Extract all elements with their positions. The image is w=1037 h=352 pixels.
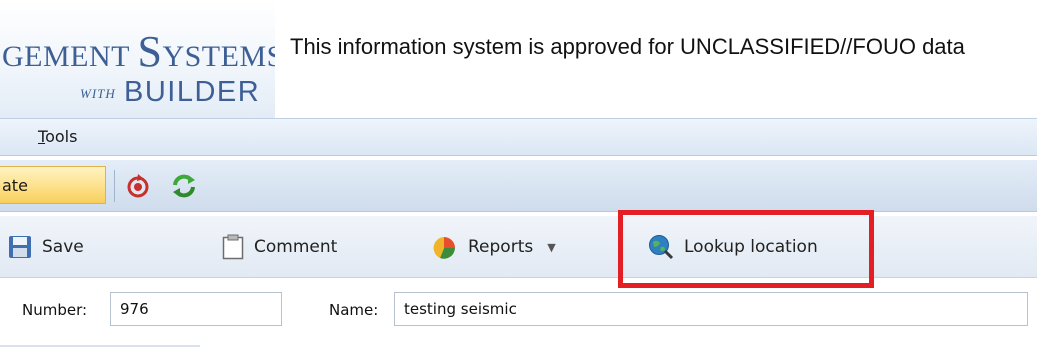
- logo-with: WITH: [80, 86, 116, 101]
- refresh-red-icon[interactable]: [124, 172, 152, 200]
- number-field[interactable]: [110, 292, 282, 326]
- name-field[interactable]: [394, 292, 1028, 326]
- name-label: Name:: [329, 301, 379, 319]
- comment-button[interactable]: Comment: [222, 216, 337, 278]
- reports-button[interactable]: Reports ▼: [432, 216, 556, 278]
- save-icon: [9, 236, 31, 258]
- action-toolbar: Save Comment Reports ▼ Lookup location: [0, 216, 1037, 278]
- menu-item-tools[interactable]: Tools: [38, 127, 77, 146]
- toolbar-separator: [114, 170, 115, 202]
- reports-label: Reports: [468, 237, 534, 257]
- clipboard-icon: [222, 234, 244, 260]
- logo-line-1: GEMENT SYSTEMS: [2, 27, 275, 76]
- logo-builder: BUILDER: [124, 76, 261, 108]
- record-form: Number: Name:: [0, 290, 1037, 330]
- state-selector[interactable]: ate: [0, 166, 106, 204]
- classification-banner: This information system is approved for …: [290, 34, 965, 59]
- app-logo: GEMENT SYSTEMS WITH BUILDER: [0, 0, 275, 118]
- app-header: GEMENT SYSTEMS WITH BUILDER This informa…: [0, 0, 1037, 118]
- sync-green-icon[interactable]: [170, 172, 198, 200]
- comment-label: Comment: [254, 237, 338, 257]
- reports-chart-icon: [433, 237, 455, 259]
- divider: [0, 345, 200, 347]
- highlight-annotation: [618, 210, 874, 288]
- save-label: Save: [42, 237, 84, 257]
- number-label: Number:: [22, 301, 88, 319]
- save-button[interactable]: Save: [8, 216, 84, 278]
- state-toolbar: ate: [0, 160, 1037, 212]
- chevron-down-icon[interactable]: ▼: [547, 241, 555, 254]
- menu-bar: Tools: [0, 118, 1037, 156]
